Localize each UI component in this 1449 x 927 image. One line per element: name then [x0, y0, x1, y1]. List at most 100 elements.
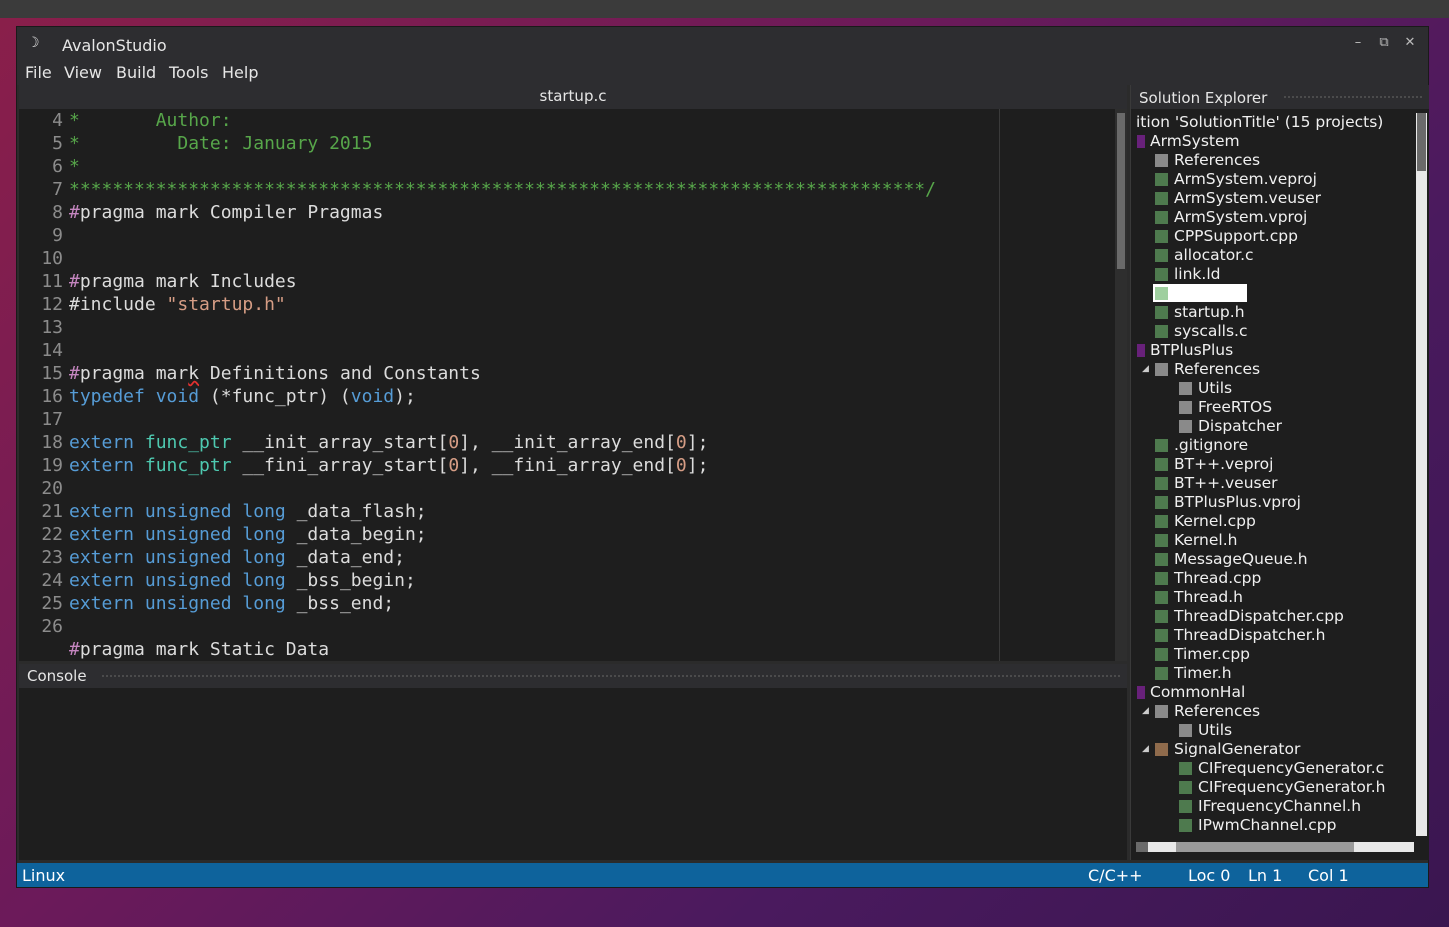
solution-hscroll-thumb[interactable] [1176, 842, 1354, 852]
tab-startup-c[interactable]: startup.c [19, 85, 1127, 109]
tree-item-label: IFrequencyChannel.h [1198, 797, 1362, 815]
code-token: long [242, 547, 297, 568]
code-line: extern func_ptr __fini_array_start[0], _… [69, 454, 708, 477]
moon-icon: ☽ [27, 35, 40, 51]
console-title: Console [27, 667, 87, 685]
status-bar: Linux C/C++ Loc 0 Ln 1 Col 1 [17, 863, 1428, 887]
file-icon [1155, 667, 1168, 680]
app-window: ☽ AvalonStudio – ⧉ ✕ File View Build Too… [16, 26, 1429, 888]
code-token: void [350, 386, 395, 407]
reference-icon [1179, 401, 1192, 414]
line-number: 18 [41, 432, 63, 453]
tree-item-label: BTPlusPlus [1150, 341, 1234, 359]
code-line: #pragma mark Includes [69, 270, 297, 293]
menu-tools[interactable]: Tools [169, 63, 208, 82]
code-token: _bss_end; [296, 593, 395, 614]
expand-arrow-icon[interactable]: ◢ [1142, 702, 1149, 721]
line-number: 12 [41, 294, 63, 315]
code-token: unsigned [144, 547, 243, 568]
menu-build[interactable]: Build [116, 63, 156, 82]
solution-horizontal-scrollbar[interactable] [1136, 842, 1414, 852]
line-number: 19 [41, 455, 63, 476]
file-icon [1155, 287, 1168, 300]
code-line: extern unsigned long _data_flash; [69, 500, 427, 523]
expand-arrow-icon[interactable]: ◢ [1142, 360, 1149, 379]
file-icon [1155, 439, 1168, 452]
code-token: unsigned [144, 501, 243, 522]
code-token: unsigned [144, 524, 243, 545]
editor-scroll-thumb[interactable] [1117, 113, 1125, 269]
tree-item-label: MessageQueue.h [1174, 550, 1308, 568]
tree-item-label: ArmSystem.veuser [1174, 189, 1322, 207]
code-token: long [242, 501, 297, 522]
tree-item-label: IPwmChannel.cpp [1198, 816, 1337, 834]
editor-vertical-scrollbar[interactable] [1115, 109, 1127, 661]
tree-item-label: BT++.veuser [1174, 474, 1278, 492]
line-number: 11 [41, 271, 63, 292]
code-line: #pragma mark Compiler Pragmas [69, 201, 383, 224]
solution-vertical-scrollbar[interactable] [1416, 113, 1427, 836]
menu-bar: File View Build Tools Help [17, 61, 1428, 85]
code-line: #pragma mark Definitions and Constants [69, 362, 481, 385]
minimize-button[interactable]: – [1349, 35, 1367, 50]
line-number: 22 [41, 524, 63, 545]
tree-item-label: Kernel.h [1174, 531, 1238, 549]
expand-arrow-icon[interactable]: ◢ [1142, 740, 1149, 759]
tree-item-label: link.ld [1174, 265, 1221, 283]
menu-file[interactable]: File [25, 63, 52, 82]
line-number: 6 [52, 156, 63, 177]
code-token: ]; [686, 455, 709, 476]
tree-item-label: CIFrequencyGenerator.c [1198, 759, 1385, 777]
code-token: extern [69, 524, 145, 545]
code-token: * [69, 156, 80, 177]
reference-icon [1179, 724, 1192, 737]
line-number: 13 [41, 317, 63, 338]
code-token: extern [69, 455, 145, 476]
code-token: _data_end; [296, 547, 405, 568]
tree-item-label: allocator.c [1174, 246, 1254, 264]
solution-hscroll-left[interactable] [1136, 842, 1148, 852]
reference-icon [1155, 705, 1168, 718]
code-token: long [242, 524, 297, 545]
code-token: # [69, 271, 80, 292]
editor-pane: startup.c 4 5 6 7 8 9 10 11 12 13 14 15 16 17 18 19 20 21… [19, 85, 1127, 661]
line-number: 26 [41, 616, 63, 637]
restore-button[interactable]: ⧉ [1375, 35, 1393, 50]
code-line: * Date: January 2015 [69, 132, 372, 155]
line-number: 10 [41, 248, 63, 269]
reference-icon [1155, 154, 1168, 167]
tree-item-label: References [1174, 151, 1261, 169]
code-token: func_ptr [144, 455, 243, 476]
code-token: "startup.h" [166, 294, 286, 315]
code-token: * Date: January 2015 [69, 133, 373, 154]
tree-item-label: FreeRTOS [1198, 398, 1273, 416]
file-icon [1155, 610, 1168, 623]
console-output[interactable] [19, 688, 1127, 860]
code-editor[interactable]: * Author: * Date: January 2015 * **********… [69, 109, 1115, 661]
line-number: 21 [41, 501, 63, 522]
code-token: # [69, 202, 80, 223]
solution-vscroll-thumb[interactable] [1417, 113, 1426, 171]
tree-item-label: Kernel.cpp [1174, 512, 1256, 530]
solution-explorer-drag-grip[interactable] [1283, 95, 1423, 99]
line-number: 9 [52, 225, 63, 246]
column-ruler [999, 109, 1000, 661]
code-token: _bss_begin; [296, 570, 416, 591]
menu-help[interactable]: Help [222, 63, 258, 82]
tree-item-label: ArmSystem.vproj [1174, 208, 1308, 226]
code-token: extern [69, 570, 145, 591]
console-drag-grip[interactable] [101, 674, 1121, 678]
code-line: extern unsigned long _bss_end; [69, 592, 394, 615]
code-token: ); [394, 386, 416, 407]
code-token: __fini_array_start[ [242, 455, 449, 476]
tree-item-label: ThreadDispatcher.cpp [1174, 607, 1344, 625]
code-token: unsigned [144, 593, 243, 614]
project-icon [1137, 686, 1145, 699]
code-line: #pragma mark Static Data [69, 638, 329, 661]
menu-view[interactable]: View [64, 63, 102, 82]
file-icon [1155, 249, 1168, 262]
tree-item-label: Timer.h [1174, 664, 1232, 682]
code-token: void [155, 386, 210, 407]
tree-item-label: Thread.h [1174, 588, 1243, 606]
close-button[interactable]: ✕ [1401, 35, 1419, 50]
